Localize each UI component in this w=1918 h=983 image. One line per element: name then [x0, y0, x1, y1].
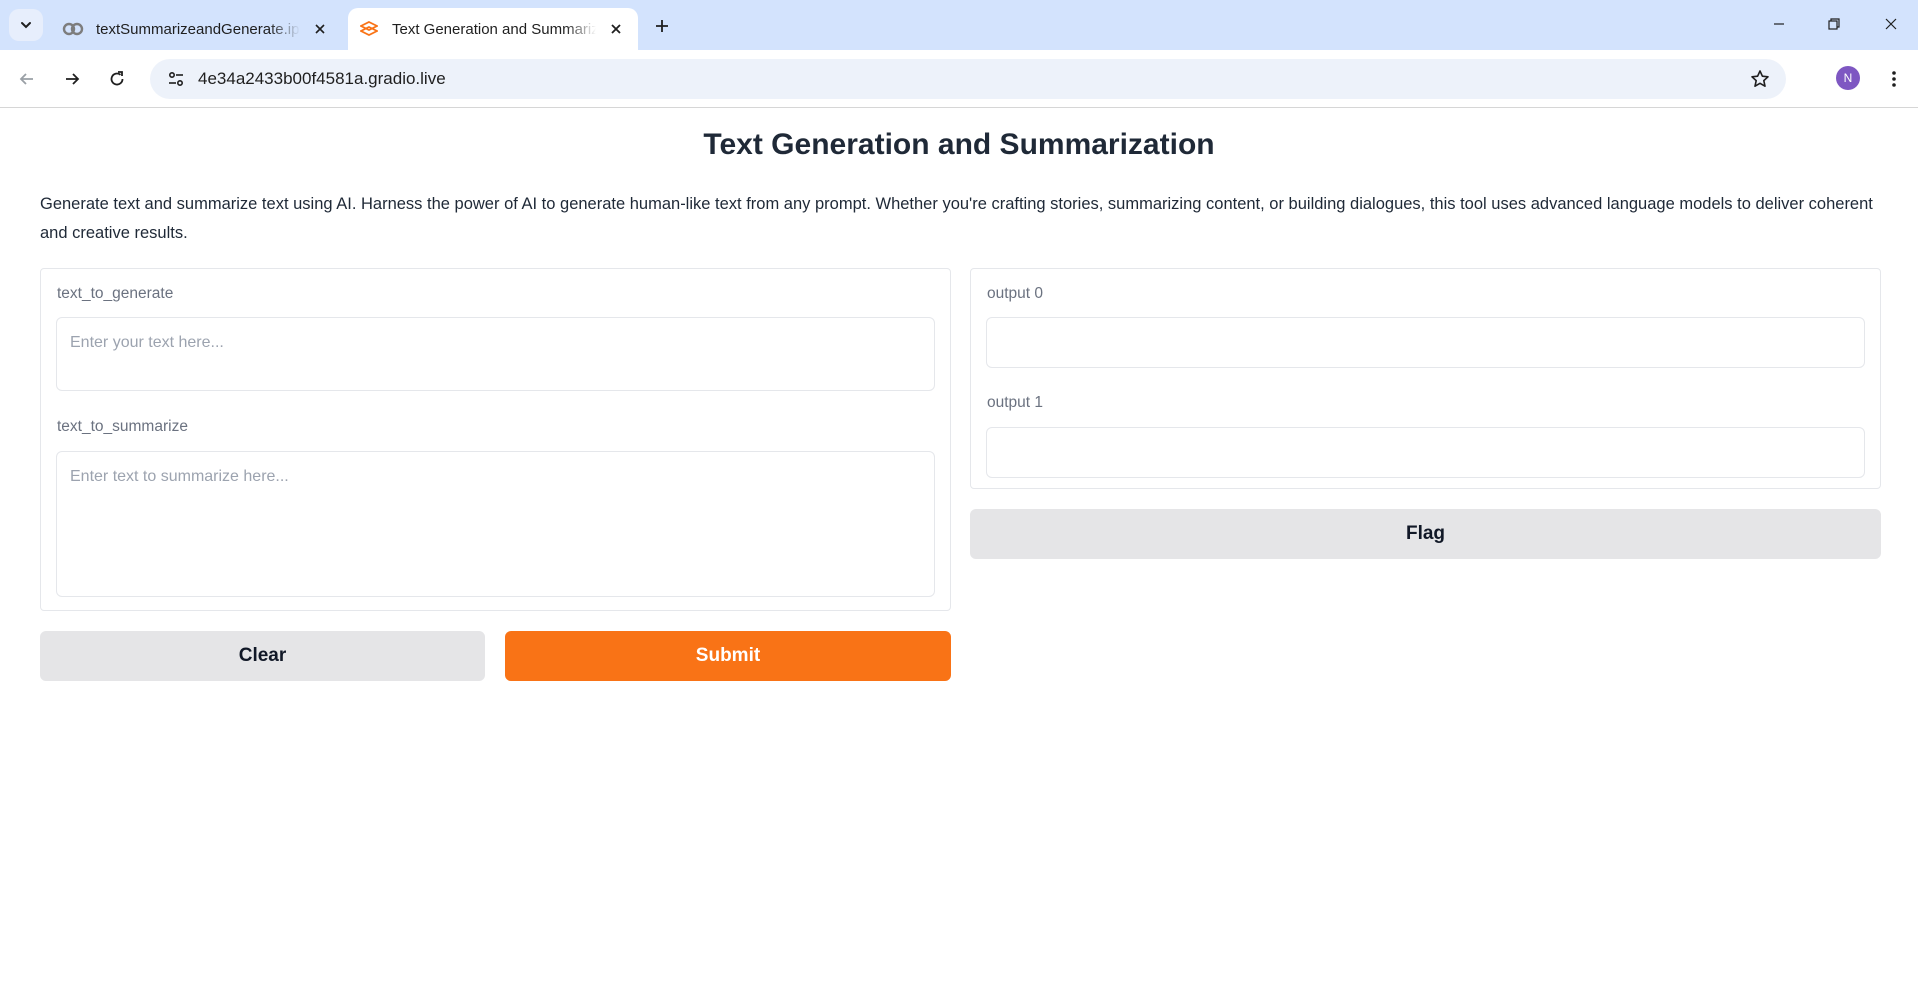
site-info-icon[interactable] [156, 59, 196, 99]
tab-colab-notebook[interactable]: textSummarizeandGenerate.ipynb [52, 8, 342, 50]
output-1-box[interactable] [986, 427, 1865, 478]
chevron-down-icon [21, 22, 31, 29]
page-title: Text Generation and Summarization [703, 128, 1215, 161]
minimize-button[interactable] [1762, 8, 1796, 40]
gradio-icon [358, 18, 380, 40]
submit-button[interactable]: Submit [505, 631, 951, 681]
browser-tab-bar: textSummarizeandGenerate.ipynb Text Gene… [0, 0, 1918, 50]
arrow-left-icon [19, 73, 33, 85]
browser-toolbar: 4e34a2433b00f4581a.gradio.live N [0, 50, 1918, 108]
text-to-summarize-input[interactable] [56, 451, 935, 597]
page-description: Generate text and summarize text using A… [40, 195, 1873, 242]
more-vertical-icon [1892, 71, 1896, 87]
browser-menu-button[interactable] [1880, 62, 1908, 96]
flag-button[interactable]: Flag [970, 509, 1881, 559]
new-tab-button[interactable] [648, 12, 676, 40]
tab-gradio-app[interactable]: Text Generation and Summarization [348, 8, 638, 50]
text-to-generate-input[interactable] [56, 317, 935, 391]
input-panel: text_to_generate text_to_summarize [40, 268, 951, 611]
reload-icon [110, 71, 124, 86]
colab-icon [62, 18, 84, 40]
window-close-button[interactable] [1874, 8, 1908, 40]
output-1-label: output 1 [987, 394, 1044, 411]
restore-icon [1828, 18, 1840, 30]
close-icon[interactable] [306, 15, 334, 43]
address-bar[interactable]: 4e34a2433b00f4581a.gradio.live [150, 59, 1786, 99]
url-text[interactable]: 4e34a2433b00f4581a.gradio.live [198, 69, 446, 89]
minimize-icon [1774, 23, 1784, 25]
forward-button[interactable] [55, 62, 89, 96]
tab-title: Text Generation and Summarization [392, 20, 596, 38]
bookmark-star-icon[interactable] [1748, 67, 1772, 91]
text-to-generate-label: text_to_generate [57, 285, 174, 302]
profile-avatar[interactable]: N [1836, 66, 1860, 90]
reload-button[interactable] [100, 62, 134, 96]
text-to-summarize-label: text_to_summarize [57, 418, 188, 435]
output-0-label: output 0 [987, 285, 1044, 302]
arrow-right-icon [66, 73, 80, 85]
clear-button[interactable]: Clear [40, 631, 485, 681]
restore-button[interactable] [1817, 8, 1851, 40]
close-icon [1885, 18, 1897, 30]
back-button[interactable] [10, 62, 44, 96]
tab-title: textSummarizeandGenerate.ipynb [96, 20, 300, 38]
close-icon[interactable] [602, 15, 630, 43]
tab-search-button[interactable] [9, 9, 43, 41]
output-0-box[interactable] [986, 317, 1865, 368]
plus-icon [656, 20, 668, 32]
output-panel: output 0 output 1 [970, 268, 1881, 489]
